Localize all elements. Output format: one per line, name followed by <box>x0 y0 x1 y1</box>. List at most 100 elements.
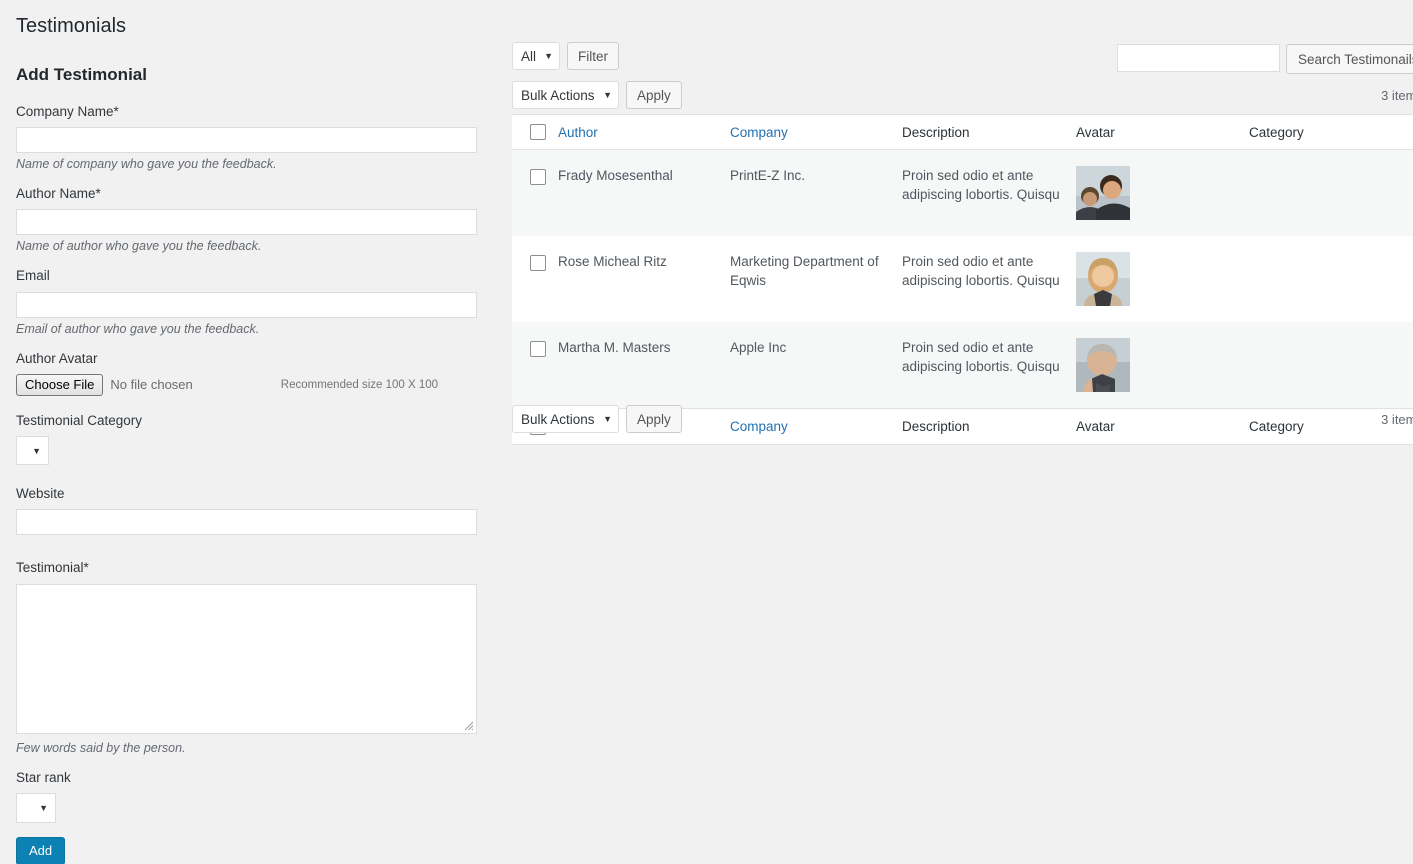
website-input[interactable] <box>16 509 477 536</box>
author-name-input[interactable] <box>16 209 477 236</box>
apply-button-top[interactable]: Apply <box>626 81 682 109</box>
column-footer-description: Description <box>902 408 1076 445</box>
company-name-input[interactable] <box>16 127 477 154</box>
field-email: Email Email of author who gave you the f… <box>16 267 500 336</box>
column-header-company-link[interactable]: Company <box>730 125 788 140</box>
admin-page: Testimonials Add Testimonial Company Nam… <box>0 0 1413 864</box>
row-description: Proin sed odio et ante adipiscing lobort… <box>902 322 1076 409</box>
column-footer-company-link[interactable]: Company <box>730 419 788 434</box>
testimonial-category-label: Testimonial Category <box>16 412 143 428</box>
row-select-cell <box>512 149 558 237</box>
page-title: Testimonials <box>16 15 127 37</box>
row-category <box>1249 236 1413 322</box>
search-input[interactable] <box>1117 44 1280 72</box>
company-name-label: Company Name* <box>16 104 119 119</box>
testimonial-description: Few words said by the person. <box>16 740 186 755</box>
avatar-file-row: Choose File No file chosen Recommended s… <box>16 373 500 396</box>
search-testimonials-button[interactable]: Search Testimonails <box>1286 44 1413 74</box>
column-header-category: Category <box>1249 114 1413 151</box>
table-body: Frady Mosesenthal PrintE-Z Inc. Proin se… <box>512 149 1413 409</box>
filter-select-wrap: All ▼ <box>512 42 560 70</box>
field-author-avatar: Author Avatar Choose File No file chosen… <box>16 350 500 396</box>
column-header-company[interactable]: Company <box>730 114 902 151</box>
row-checkbox[interactable] <box>530 254 546 271</box>
avatar-size-recommendation: Recommended size 100 X 100 <box>280 378 439 391</box>
row-avatar-cell <box>1076 322 1249 409</box>
email-label: Email <box>16 268 50 284</box>
row-category <box>1249 149 1413 237</box>
testimonial-category-select-wrap: ▼ <box>16 436 49 466</box>
field-star-rank: Star rank ▼ <box>16 769 500 837</box>
row-select-cell <box>512 322 558 409</box>
row-company: PrintE-Z Inc. <box>730 149 902 237</box>
table-head-row: Author Company Description Avatar Catego… <box>512 114 1413 151</box>
bulk-actions-toolbar-bottom: Bulk Actions ▼ Apply <box>512 405 682 433</box>
column-header-author-link[interactable]: Author <box>558 125 598 140</box>
filter-button[interactable]: Filter <box>567 42 619 70</box>
field-author-name: Author Name* Name of author who gave you… <box>16 185 500 253</box>
column-header-author[interactable]: Author <box>558 114 730 151</box>
field-company-name: Company Name* Name of company who gave y… <box>16 103 500 171</box>
table-head: Author Company Description Avatar Catego… <box>512 114 1413 151</box>
row-description-text: Proin sed odio et ante adipiscing lobort… <box>902 168 1060 203</box>
avatar <box>1076 166 1130 221</box>
star-rank-select[interactable] <box>16 792 56 823</box>
star-rank-label: Star rank <box>16 769 71 785</box>
add-testimonial-panel: Testimonials Add Testimonial Company Nam… <box>0 0 500 864</box>
testimonial-category-select[interactable] <box>16 436 49 466</box>
row-author: Rose Micheal Ritz <box>558 254 667 270</box>
table-row[interactable]: Martha M. Masters Apple Inc Proin sed od… <box>512 322 1413 409</box>
row-avatar-cell <box>1076 149 1249 237</box>
testimonials-table: Author Company Description Avatar Catego… <box>512 114 1413 445</box>
field-testimonial: Testimonial* Few words said by the perso… <box>16 559 500 755</box>
bulk-actions-select-top[interactable]: Bulk Actions <box>512 81 619 109</box>
filter-select[interactable]: All <box>512 42 560 70</box>
bulk-actions-select-wrap-bottom: Bulk Actions ▼ <box>512 405 619 433</box>
row-description-text: Proin sed odio et ante adipiscing lobort… <box>902 340 1060 375</box>
row-description: Proin sed odio et ante adipiscing lobort… <box>902 149 1076 237</box>
form-heading: Add Testimonial <box>16 65 147 84</box>
email-description: Email of author who gave you the feedbac… <box>16 321 260 336</box>
items-count-top: 3 items <box>1381 88 1413 103</box>
row-company: Marketing Department of Eqwis <box>730 254 879 289</box>
add-testimonial-submit-button[interactable]: Add <box>16 836 66 864</box>
search-box: Search Testimonails <box>1117 44 1413 74</box>
select-all-checkbox-top[interactable] <box>530 124 546 141</box>
row-author: Frady Mosesenthal <box>558 149 730 237</box>
avatar <box>1076 338 1130 393</box>
choose-file-button[interactable]: Choose File <box>16 373 104 396</box>
author-avatar-label: Author Avatar <box>16 350 98 366</box>
testimonial-textarea-wrap <box>16 583 477 734</box>
column-footer-company[interactable]: Company <box>730 408 902 445</box>
avatar <box>1076 252 1130 307</box>
bulk-actions-select-wrap-top: Bulk Actions ▼ <box>512 81 619 109</box>
testimonial-textarea[interactable] <box>16 583 477 734</box>
row-checkbox[interactable] <box>530 340 546 357</box>
row-author: Martha M. Masters <box>558 322 730 409</box>
filter-toolbar: All ▼ Filter <box>512 42 619 70</box>
author-name-label: Author Name* <box>16 186 101 202</box>
company-name-description: Name of company who gave you the feedbac… <box>16 157 277 172</box>
star-rank-select-wrap: ▼ <box>16 792 56 823</box>
items-count-bottom: 3 items <box>1381 412 1413 427</box>
email-input[interactable] <box>16 291 477 318</box>
apply-button-bottom[interactable]: Apply <box>626 405 682 433</box>
column-header-avatar: Avatar <box>1076 114 1249 151</box>
row-company: Apple Inc <box>730 322 902 409</box>
bulk-actions-toolbar-top: Bulk Actions ▼ Apply <box>512 81 682 109</box>
table-row[interactable]: Rose Micheal Ritz Marketing Department o… <box>512 236 1413 322</box>
field-website: Website <box>16 485 500 559</box>
website-label: Website <box>16 486 65 502</box>
row-select-cell <box>512 236 558 322</box>
table-row[interactable]: Frady Mosesenthal PrintE-Z Inc. Proin se… <box>512 149 1413 237</box>
column-footer-avatar: Avatar <box>1076 408 1249 445</box>
row-category <box>1249 322 1413 409</box>
select-all-header <box>512 114 558 151</box>
testimonial-label: Testimonial* <box>16 560 89 576</box>
row-checkbox[interactable] <box>530 168 546 185</box>
no-file-chosen-text: No file chosen <box>110 377 193 393</box>
testimonials-list-panel: All ▼ Filter Bulk Actions ▼ Apply Search… <box>512 0 1413 864</box>
column-header-description: Description <box>902 114 1076 151</box>
row-description: Proin sed odio et ante adipiscing lobort… <box>902 236 1076 322</box>
bulk-actions-select-bottom[interactable]: Bulk Actions <box>512 405 619 433</box>
